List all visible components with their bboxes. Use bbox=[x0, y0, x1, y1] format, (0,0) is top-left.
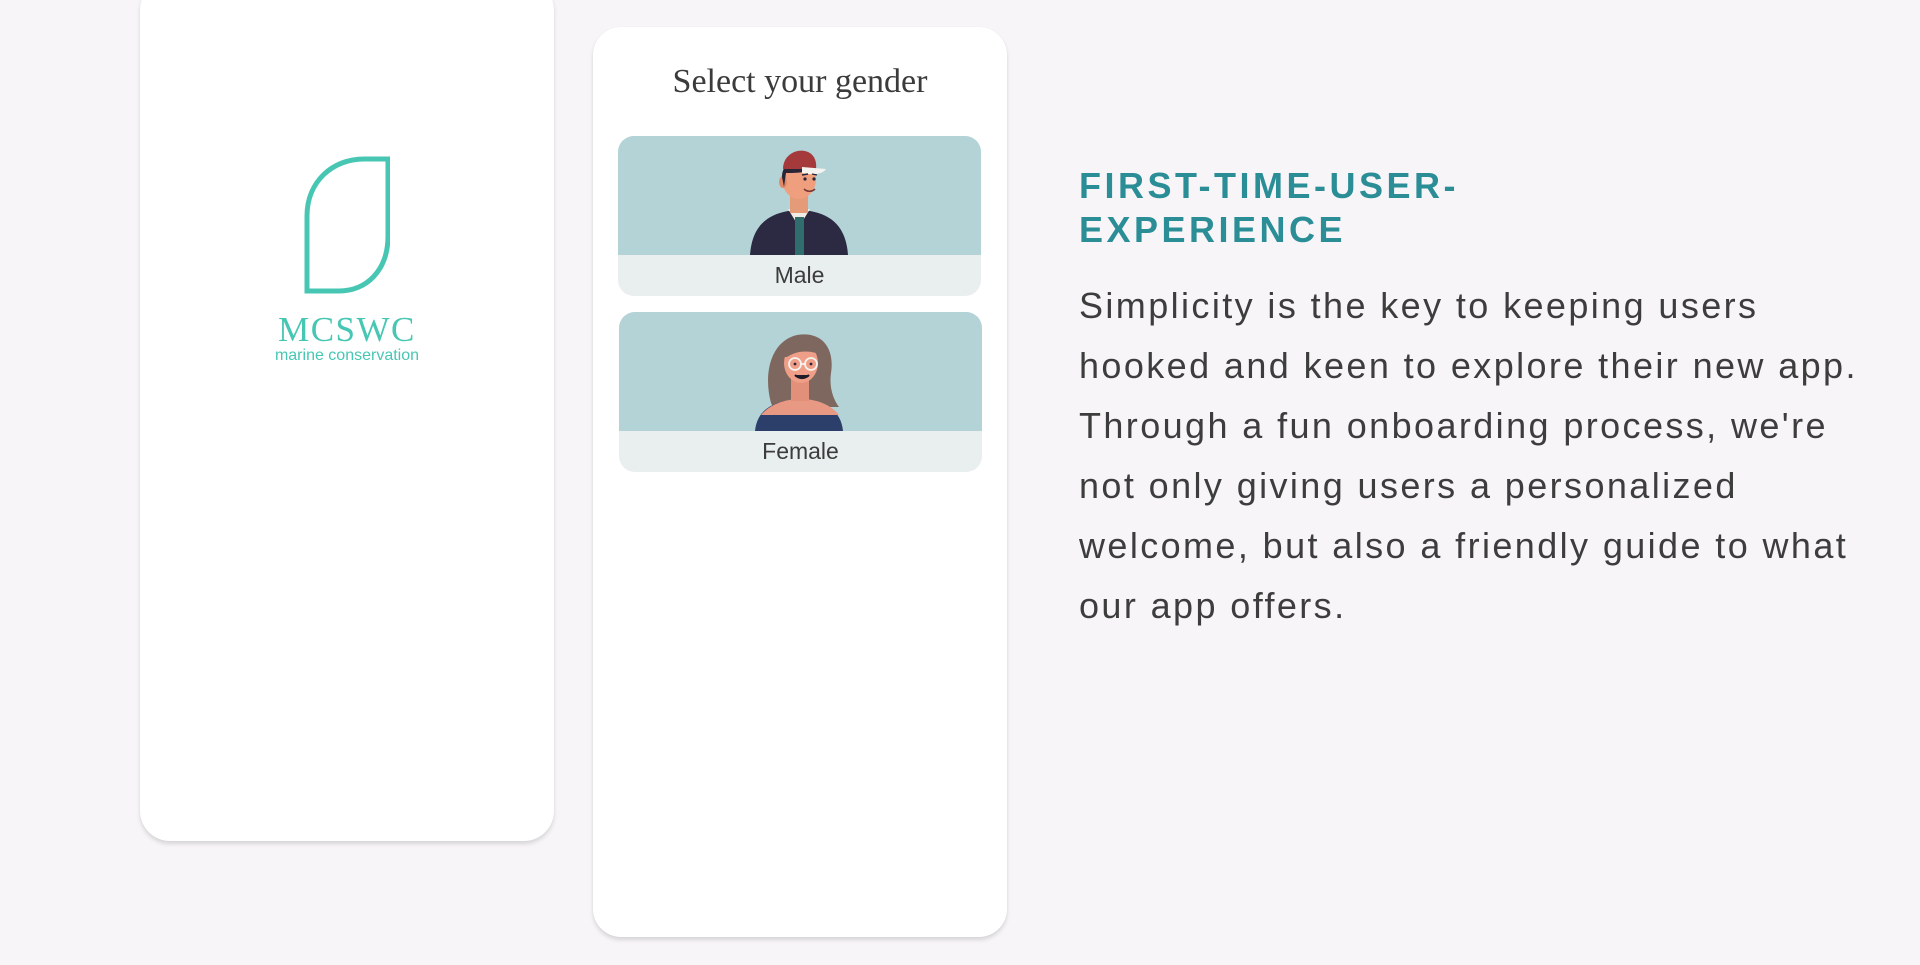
male-card-art bbox=[618, 136, 981, 255]
section-description: Simplicity is the key to keeping users h… bbox=[1079, 285, 1858, 626]
female-card-art bbox=[619, 312, 982, 431]
leaf-logo-icon bbox=[304, 156, 390, 294]
male-avatar-icon bbox=[750, 150, 848, 255]
splash-screen: MCSWC marine conservation bbox=[140, 0, 554, 841]
female-option-label: Female bbox=[762, 438, 839, 464]
male-option-label: Male bbox=[774, 262, 825, 288]
female-avatar-icon bbox=[755, 334, 843, 431]
male-option-card[interactable]: Male bbox=[618, 136, 981, 296]
screen-title: Select your gender bbox=[672, 63, 928, 100]
female-option-card[interactable]: Female bbox=[619, 312, 982, 472]
brand-tagline: marine conservation bbox=[274, 347, 420, 364]
brand-name: MCSWC bbox=[278, 310, 416, 349]
section-heading: FIRST-TIME-USER-EXPERIENCE bbox=[1079, 165, 1459, 250]
gender-select-screen: Select your gender Male Female bbox=[593, 27, 1007, 937]
